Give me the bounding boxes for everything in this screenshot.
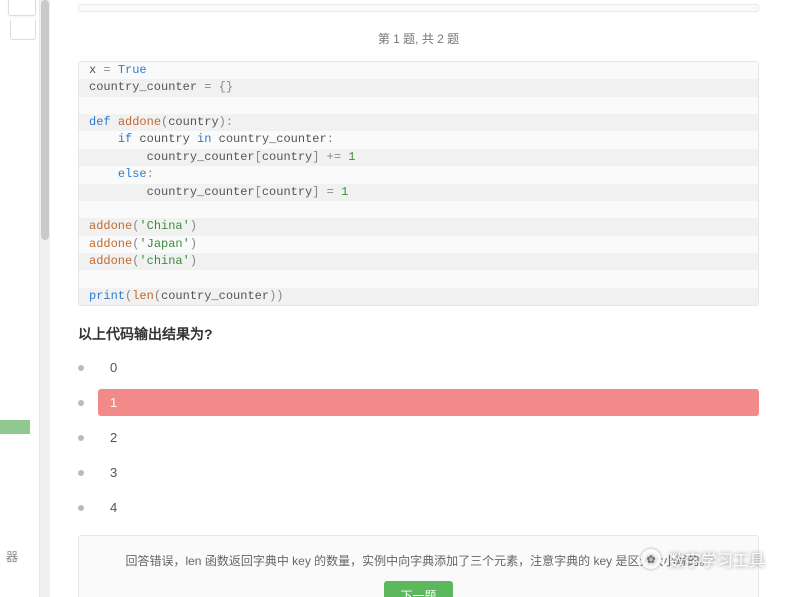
option-label: 2: [98, 424, 129, 451]
code-line: [79, 97, 758, 114]
left-scrollbar-thumb[interactable]: [41, 0, 49, 240]
left-stub-top: [8, 0, 36, 16]
next-question-button[interactable]: 下一题: [384, 581, 452, 597]
option-label: 1: [98, 389, 759, 416]
code-line: x = True: [79, 62, 758, 79]
option-bullet: [78, 365, 84, 371]
option-row[interactable]: 2: [78, 424, 759, 451]
main-content: 第 1 题, 共 2 题 x = Truecountry_counter = {…: [50, 0, 787, 597]
option-bullet: [78, 470, 84, 476]
code-line: country_counter[country] = 1: [79, 184, 758, 201]
code-line: else:: [79, 166, 758, 183]
option-row[interactable]: 3: [78, 459, 759, 486]
left-scrollbar-track[interactable]: [40, 0, 50, 597]
code-line: print(len(country_counter)): [79, 288, 758, 305]
question-title: 以上代码输出结果为?: [78, 324, 759, 344]
left-sidebar: 器: [0, 0, 40, 597]
option-bullet: [78, 400, 84, 406]
option-row[interactable]: 0: [78, 354, 759, 381]
option-row[interactable]: 4: [78, 494, 759, 521]
watermark-text: 数字学习工具: [669, 547, 765, 571]
code-snippet: x = Truecountry_counter = {} def addone(…: [78, 61, 759, 306]
option-bullet: [78, 505, 84, 511]
options-list: 0 1 2 3 4: [78, 354, 759, 521]
option-bullet: [78, 435, 84, 441]
option-label: 3: [98, 459, 129, 486]
code-line: [79, 270, 758, 287]
option-label: 0: [98, 354, 129, 381]
code-line: addone('China'): [79, 218, 758, 235]
code-line: [79, 201, 758, 218]
sidebar-active-marker: [0, 420, 30, 434]
sidebar-truncated-label: 器: [6, 548, 18, 565]
code-line: addone('china'): [79, 253, 758, 270]
option-label: 4: [98, 494, 129, 521]
quiz-progress: 第 1 题, 共 2 题: [78, 30, 759, 47]
code-line: country_counter[country] += 1: [79, 149, 758, 166]
left-stub-mid: [10, 20, 36, 40]
watermark: ✿ 数字学习工具: [641, 547, 765, 571]
code-line: addone('Japan'): [79, 236, 758, 253]
code-line: def addone(country):: [79, 114, 758, 131]
code-line: country_counter = {}: [79, 79, 758, 96]
wechat-icon: ✿: [641, 549, 661, 569]
option-row[interactable]: 1: [78, 389, 759, 416]
code-line: if country in country_counter:: [79, 131, 758, 148]
top-panel-stub: [78, 4, 759, 12]
